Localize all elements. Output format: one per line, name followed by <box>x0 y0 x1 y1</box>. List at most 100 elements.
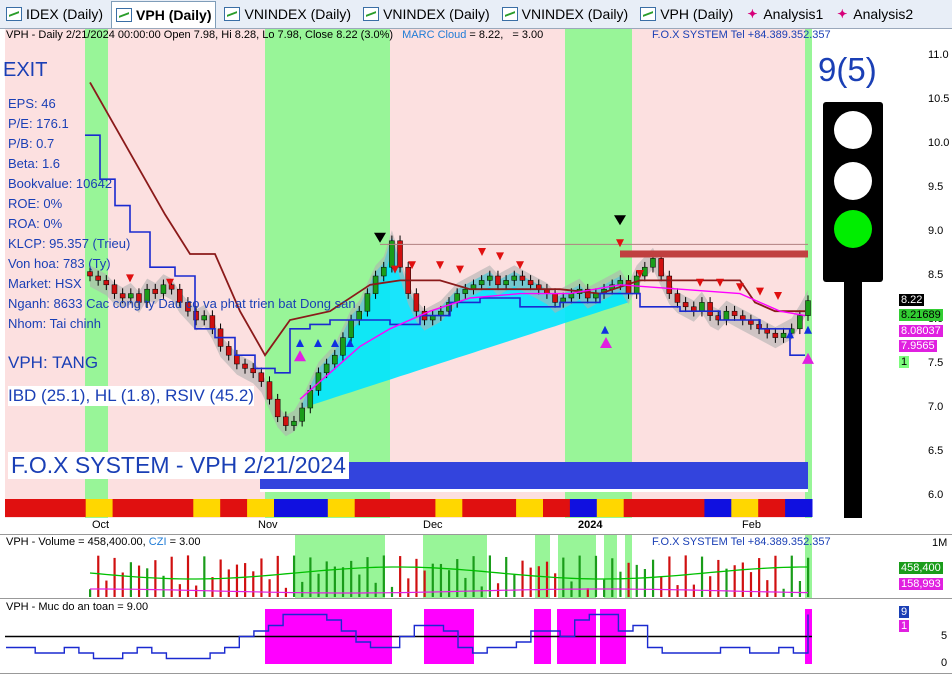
price-header: VPH - Daily 2/21/2024 00:00:00 Open 7.98… <box>6 29 543 41</box>
price-value-label: 8.22 <box>899 294 925 306</box>
candle-body <box>495 275 501 286</box>
price-header-text: VPH - Daily 2/21/2024 00:00:00 Open 7.98… <box>6 29 394 41</box>
volume-bar <box>464 577 467 597</box>
candle-body <box>299 407 305 422</box>
volume-bar <box>276 555 279 597</box>
fundamentals-list: EPS: 46 P/E: 176.1 P/B: 0.7 Beta: 1.6 Bookva… <box>8 94 356 334</box>
candle-body <box>527 280 534 286</box>
volume-bar <box>660 576 663 597</box>
volume-bar <box>749 572 753 597</box>
status-strip-cell <box>274 499 302 517</box>
tab-0[interactable]: IDEX (Daily) <box>2 2 107 26</box>
info-line: Nhom: Tai chinh <box>8 316 101 331</box>
volume-bar <box>399 556 402 597</box>
status-strip-cell <box>300 499 329 517</box>
tab-4[interactable]: VNINDEX (Daily) <box>498 2 633 26</box>
volume-bar <box>390 586 394 597</box>
cloud-value: = 8.22, <box>469 29 504 41</box>
traffic-light-top-lamp <box>834 111 872 149</box>
status-strip-cell <box>381 499 409 517</box>
info-line: EPS: 46 <box>8 96 56 111</box>
volume-bar <box>766 580 769 597</box>
chart-icon <box>501 7 518 21</box>
volume-y-tick: 1M <box>932 537 948 549</box>
tab-3[interactable]: VNINDEX (Daily) <box>359 2 494 26</box>
price-value-label: 7.9565 <box>899 340 937 352</box>
safety-pane[interactable]: VPH - Muc do an toan = 9.00 5 0 9 1 <box>0 600 952 674</box>
volume-bar <box>700 556 704 597</box>
price-y-tick: 10.0 <box>928 137 950 149</box>
status-strip-cell <box>247 499 275 517</box>
tab-7[interactable]: ✦ Analysis2 <box>831 2 917 26</box>
candle-body <box>674 293 681 303</box>
date-axis-label: 2024 <box>578 519 603 531</box>
candle-body <box>487 275 493 281</box>
status-strip-cell <box>5 499 33 517</box>
candle-body <box>797 315 803 330</box>
volume-bar <box>627 562 630 597</box>
candle-body <box>283 416 289 426</box>
candle-body <box>234 354 240 365</box>
price-chart-pane[interactable]: VPH - Daily 2/21/2024 00:00:00 Open 7.98… <box>0 29 952 519</box>
candle-body <box>780 332 787 338</box>
candle-body <box>266 381 273 400</box>
volume-bar <box>268 579 271 597</box>
candle-body <box>274 398 281 418</box>
price-value-label: 8.21689 <box>899 309 943 321</box>
volume-pane[interactable]: VPH - Volume = 458,400.00, CZI = 3.00 F.… <box>0 535 952 599</box>
volume-bar <box>292 555 296 597</box>
status-strip-cell <box>623 499 652 517</box>
status-strip-cell <box>731 499 759 517</box>
volume-bar <box>129 562 132 597</box>
info-line: Bookvalue: 10642 <box>8 176 113 191</box>
safety-value-label: 1 <box>899 620 910 632</box>
volume-bar <box>505 556 508 597</box>
exit-label: EXIT <box>3 59 48 81</box>
volume-bar <box>374 582 377 597</box>
czi-label: CZI <box>148 536 167 548</box>
chart-tab-bar: IDEX (Daily) VPH (Daily) VNINDEX (Daily) VN… <box>0 0 952 29</box>
chart-icon <box>116 7 133 22</box>
info-line: P/B: 0.7 <box>8 136 55 151</box>
tab-5[interactable]: VPH (Daily) <box>636 2 737 26</box>
status-strip-cell <box>516 499 544 517</box>
candle-body <box>503 280 509 286</box>
candle-body <box>340 337 346 356</box>
info-line: P/E: 176.1 <box>8 116 69 131</box>
tab-1[interactable]: VPH (Daily) <box>111 0 217 28</box>
status-strip-cell <box>704 499 732 517</box>
status-strip-cell <box>435 499 463 517</box>
volume-bar <box>611 558 614 597</box>
chart-icon <box>363 7 380 21</box>
candle-body <box>511 275 518 281</box>
info-line: ROA: 0% <box>8 216 63 231</box>
volume-bar <box>782 588 785 597</box>
info-line: Beta: 1.6 <box>8 156 61 171</box>
volume-bar <box>709 576 712 597</box>
tab-6[interactable]: ✦ Analysis1 <box>741 2 827 26</box>
traffic-light-bottom-lamp <box>834 210 872 248</box>
volume-bar <box>260 558 263 597</box>
status-strip-cell <box>327 499 356 517</box>
volume-bar <box>113 557 116 597</box>
volume-bar <box>97 555 100 597</box>
volume-bar <box>423 570 426 597</box>
price-y-tick: 9.5 <box>928 181 944 193</box>
chart-icon <box>640 7 657 21</box>
status-strip-cell <box>758 499 786 517</box>
date-axis: Oct Nov Dec 2024 Feb <box>0 518 952 535</box>
volume-bar <box>382 555 385 597</box>
date-axis-label: Oct <box>92 519 110 531</box>
volume-bar <box>578 555 581 597</box>
volume-bar <box>537 566 540 597</box>
tab-label: VNINDEX (Daily) <box>383 6 490 22</box>
resistance-band <box>620 250 808 258</box>
tab-2[interactable]: VNINDEX (Daily) <box>220 2 355 26</box>
volume-header: VPH - Volume = 458,400.00, CZI = 3.00 <box>6 536 200 548</box>
candle-body <box>593 293 599 299</box>
analysis-icon: ✦ <box>837 7 848 21</box>
volume-bar <box>798 580 802 597</box>
chart-icon <box>224 7 241 21</box>
status-strip-cell <box>569 499 598 517</box>
candle-body <box>552 293 558 303</box>
